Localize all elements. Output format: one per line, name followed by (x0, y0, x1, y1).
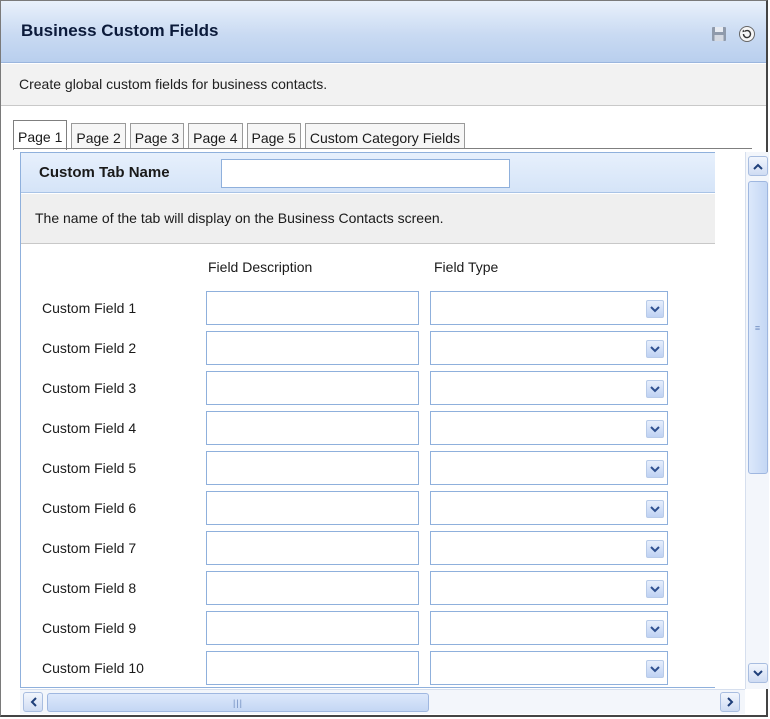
description-text: Create global custom fields for business… (19, 76, 328, 92)
custom-field-label: Custom Field 10 (42, 660, 144, 676)
description-bar: Create global custom fields for business… (1, 64, 766, 106)
tab-page-3[interactable]: Page 3 (129, 123, 185, 149)
field-description-input[interactable] (206, 651, 419, 685)
vertical-scroll-thumb[interactable]: ≡ (748, 181, 768, 474)
chevron-down-icon[interactable] (646, 300, 664, 318)
field-type-select[interactable] (430, 651, 668, 685)
custom-field-label: Custom Field 6 (42, 500, 137, 516)
field-description-header: Field Description (208, 259, 313, 275)
scroll-right-icon[interactable] (720, 692, 740, 712)
custom-field-row-4: Custom Field 4 (21, 411, 711, 445)
custom-field-row-3: Custom Field 3 (21, 371, 711, 405)
custom-tab-name-row: Custom Tab Name (21, 153, 715, 193)
field-description-input[interactable] (206, 491, 419, 525)
custom-tab-name-input[interactable] (221, 159, 510, 188)
scroll-left-icon[interactable] (23, 692, 43, 712)
grip-icon: ≡ (754, 322, 762, 333)
save-icon[interactable] (710, 25, 728, 43)
custom-tab-name-label: Custom Tab Name (39, 164, 170, 181)
field-type-select[interactable] (430, 531, 668, 565)
scroll-down-icon[interactable] (748, 663, 768, 683)
chevron-down-icon[interactable] (646, 460, 664, 478)
chevron-down-icon[interactable] (646, 620, 664, 638)
chevron-down-icon[interactable] (646, 340, 664, 358)
horizontal-scrollbar[interactable]: ||| (20, 689, 745, 714)
custom-field-label: Custom Field 9 (42, 620, 137, 636)
field-description-input[interactable] (206, 331, 419, 365)
tab-page-4[interactable]: Page 4 (188, 123, 243, 149)
field-type-header: Field Type (434, 259, 499, 275)
custom-field-row-1: Custom Field 1 (21, 291, 711, 325)
custom-field-row-8: Custom Field 8 (21, 571, 711, 605)
custom-field-label: Custom Field 2 (42, 340, 137, 356)
custom-tab-name-note-text: The name of the tab will display on the … (35, 210, 444, 226)
chevron-down-icon[interactable] (646, 660, 664, 678)
chevron-down-icon[interactable] (646, 500, 664, 518)
field-type-select[interactable] (430, 571, 668, 605)
scroll-up-icon[interactable] (748, 156, 768, 176)
field-description-input[interactable] (206, 411, 419, 445)
field-type-select[interactable] (430, 411, 668, 445)
field-description-input[interactable] (206, 571, 419, 605)
tab-page-5[interactable]: Page 5 (246, 123, 301, 149)
business-custom-fields-window: Business Custom Fields Create global cus… (0, 0, 769, 717)
field-description-input[interactable] (206, 291, 419, 325)
field-description-input[interactable] (206, 531, 419, 565)
custom-field-label: Custom Field 3 (42, 380, 137, 396)
page-title: Business Custom Fields (21, 21, 219, 40)
custom-field-row-5: Custom Field 5 (21, 451, 711, 485)
refresh-icon[interactable] (738, 25, 756, 43)
tab-divider (13, 148, 752, 149)
custom-field-label: Custom Field 1 (42, 300, 137, 316)
custom-field-row-2: Custom Field 2 (21, 331, 711, 365)
tab-page-2[interactable]: Page 2 (71, 123, 126, 149)
chevron-down-icon[interactable] (646, 540, 664, 558)
field-type-select[interactable] (430, 371, 668, 405)
tab-page-1[interactable]: Page 1 (13, 120, 68, 150)
custom-field-row-6: Custom Field 6 (21, 491, 711, 525)
field-type-select[interactable] (430, 611, 668, 645)
custom-field-label: Custom Field 4 (42, 420, 137, 436)
tab-content-panel: Custom Tab Name The name of the tab will… (20, 152, 715, 688)
chevron-down-icon[interactable] (646, 380, 664, 398)
custom-field-row-10: Custom Field 10 (21, 651, 711, 685)
field-description-input[interactable] (206, 611, 419, 645)
grip-icon: ||| (232, 697, 243, 708)
title-bar: Business Custom Fields (1, 1, 766, 63)
field-type-select[interactable] (430, 291, 668, 325)
horizontal-scroll-thumb[interactable]: ||| (47, 693, 429, 712)
custom-field-label: Custom Field 8 (42, 580, 137, 596)
field-description-input[interactable] (206, 371, 419, 405)
vertical-scrollbar[interactable]: ≡ (745, 152, 769, 689)
chevron-down-icon[interactable] (646, 580, 664, 598)
title-actions (710, 25, 756, 43)
field-type-select[interactable] (430, 451, 668, 485)
custom-field-row-9: Custom Field 9 (21, 611, 711, 645)
tab-strip: Page 1 Page 2 Page 3 Page 4 Page 5 Custo… (13, 119, 469, 150)
field-type-select[interactable] (430, 491, 668, 525)
chevron-down-icon[interactable] (646, 420, 664, 438)
field-type-select[interactable] (430, 331, 668, 365)
custom-field-label: Custom Field 7 (42, 540, 137, 556)
field-description-input[interactable] (206, 451, 419, 485)
custom-tab-name-note: The name of the tab will display on the … (21, 194, 715, 244)
custom-field-row-7: Custom Field 7 (21, 531, 711, 565)
tab-custom-category-fields[interactable]: Custom Category Fields (304, 123, 466, 149)
custom-field-label: Custom Field 5 (42, 460, 137, 476)
